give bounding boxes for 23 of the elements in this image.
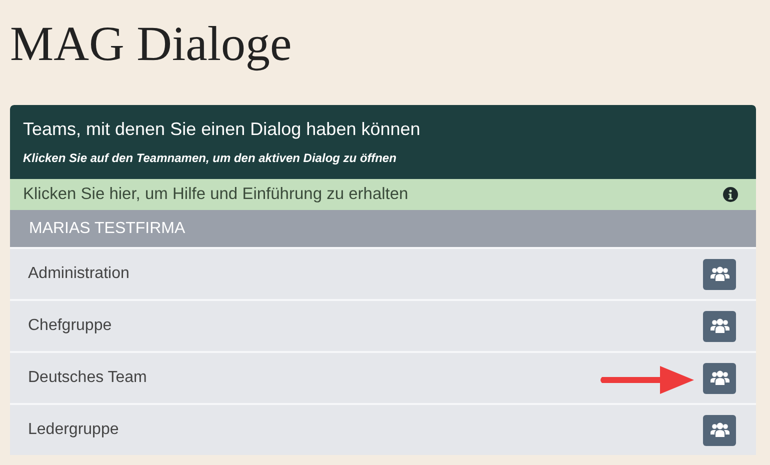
team-name[interactable]: Ledergruppe (28, 421, 703, 439)
team-row[interactable]: Administration (10, 247, 756, 299)
team-name[interactable]: Deutsches Team (28, 369, 703, 387)
panel-title: Teams, mit denen Sie einen Dialog haben können (23, 119, 422, 140)
company-name: MARIAS TESTFIRMA (29, 220, 186, 238)
team-name[interactable]: Chefgruppe (28, 317, 703, 335)
team-name[interactable]: Administration (28, 265, 703, 283)
group-icon (710, 318, 730, 334)
team-dialog-button[interactable] (703, 310, 736, 342)
team-row[interactable]: Chefgruppe (10, 299, 756, 351)
team-row[interactable]: Ledergruppe (10, 403, 756, 455)
team-row[interactable]: Deutsches Team (10, 351, 756, 403)
group-icon (710, 370, 730, 386)
group-icon (710, 422, 730, 438)
team-dialog-button[interactable] (703, 362, 736, 394)
team-dialog-button[interactable] (703, 258, 736, 290)
team-dialog-button[interactable] (703, 414, 736, 446)
page-title: MAG Dialoge (10, 18, 293, 70)
info-icon (723, 187, 738, 202)
help-bar[interactable]: Klicken Sie hier, um Hilfe und Einführung zu erhalten (10, 179, 756, 210)
panel-subtitle: Klicken Sie auf den Teamnamen, um den aktiven Dialog zu öffnen (23, 151, 398, 165)
group-icon (710, 266, 730, 282)
help-text[interactable]: Klicken Sie hier, um Hilfe und Einführung zu erhalten (23, 185, 723, 204)
